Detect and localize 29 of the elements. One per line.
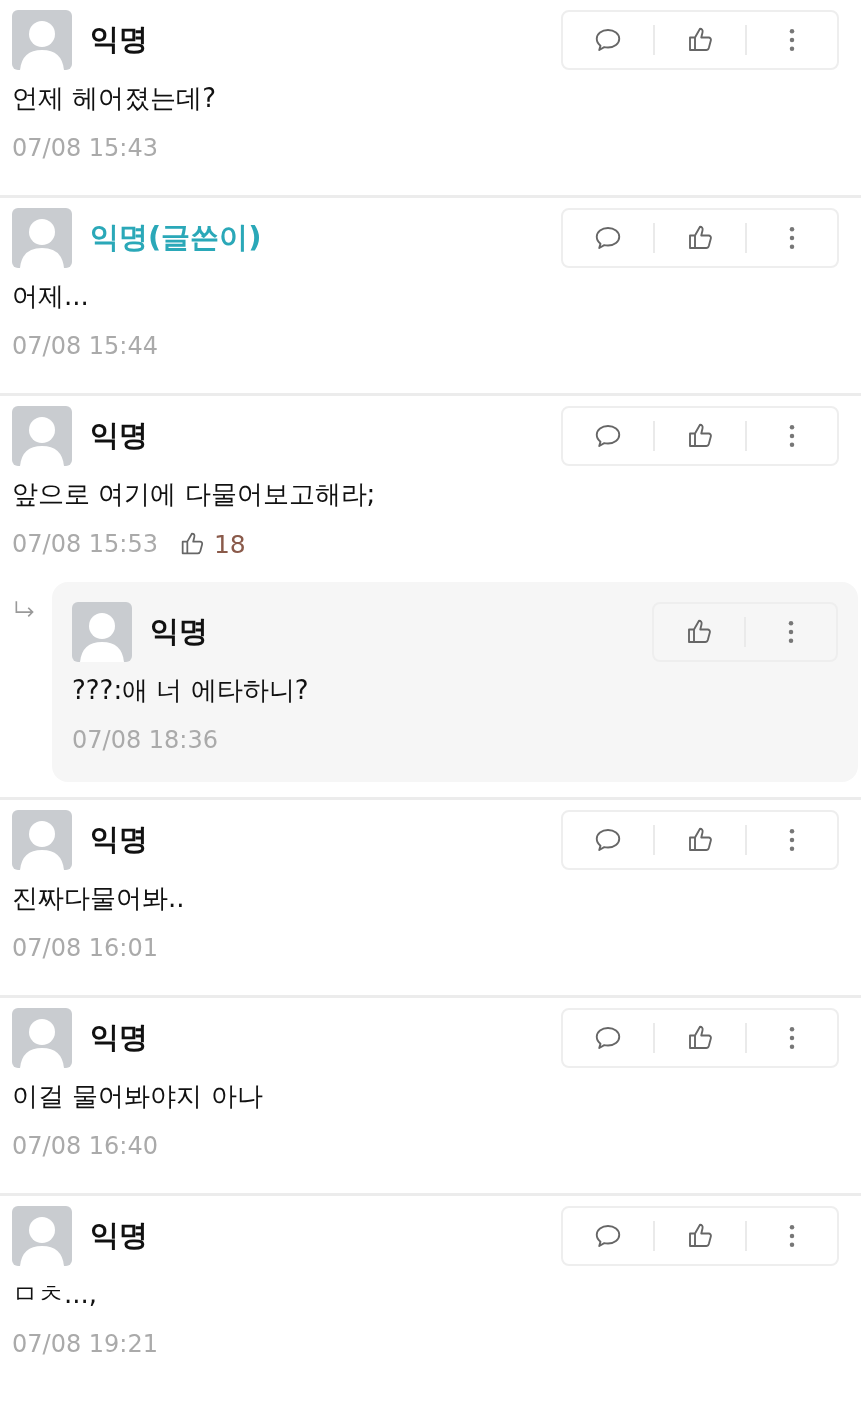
author-name: 익명 [90,821,148,858]
author-name: 익명 [90,1019,148,1056]
timestamp: 07/08 16:01 [12,934,158,962]
author-name: 익명 [90,417,148,454]
author-name: 익명(글쓴이) [90,219,262,256]
avatar-icon [72,602,132,662]
comment-text: 진짜다물어봐.. [12,882,186,915]
comment-text: 어제... [12,280,90,313]
avatar-icon [12,1206,72,1266]
avatar-icon [12,10,72,70]
timestamp: 07/08 15:53 [12,530,158,558]
comment-text: ㅁㅊ..., [12,1278,99,1311]
timestamp: 07/08 15:43 [12,134,158,162]
author-name: 익명 [90,21,148,58]
author-name: 익명 [90,1217,148,1254]
like-count: 18 [213,529,246,559]
comment-text: 이걸 물어봐야지 아나 [12,1080,264,1113]
timestamp: 07/08 16:40 [12,1132,158,1160]
avatar-icon [12,208,72,268]
avatar-icon [12,810,72,870]
timestamp: 07/08 18:36 [72,726,218,754]
comment-text: 앞으로 여기에 다물어보고해라; [12,478,377,511]
author-name: 익명 [150,613,208,650]
avatar-icon [12,406,72,466]
comment-text: ???:애 너 에타하니? [72,674,310,707]
timestamp: 07/08 15:44 [12,332,158,360]
avatar-icon [12,1008,72,1068]
comment-text: 언제 헤어졌는데? [12,82,218,115]
timestamp: 07/08 19:21 [12,1330,158,1358]
